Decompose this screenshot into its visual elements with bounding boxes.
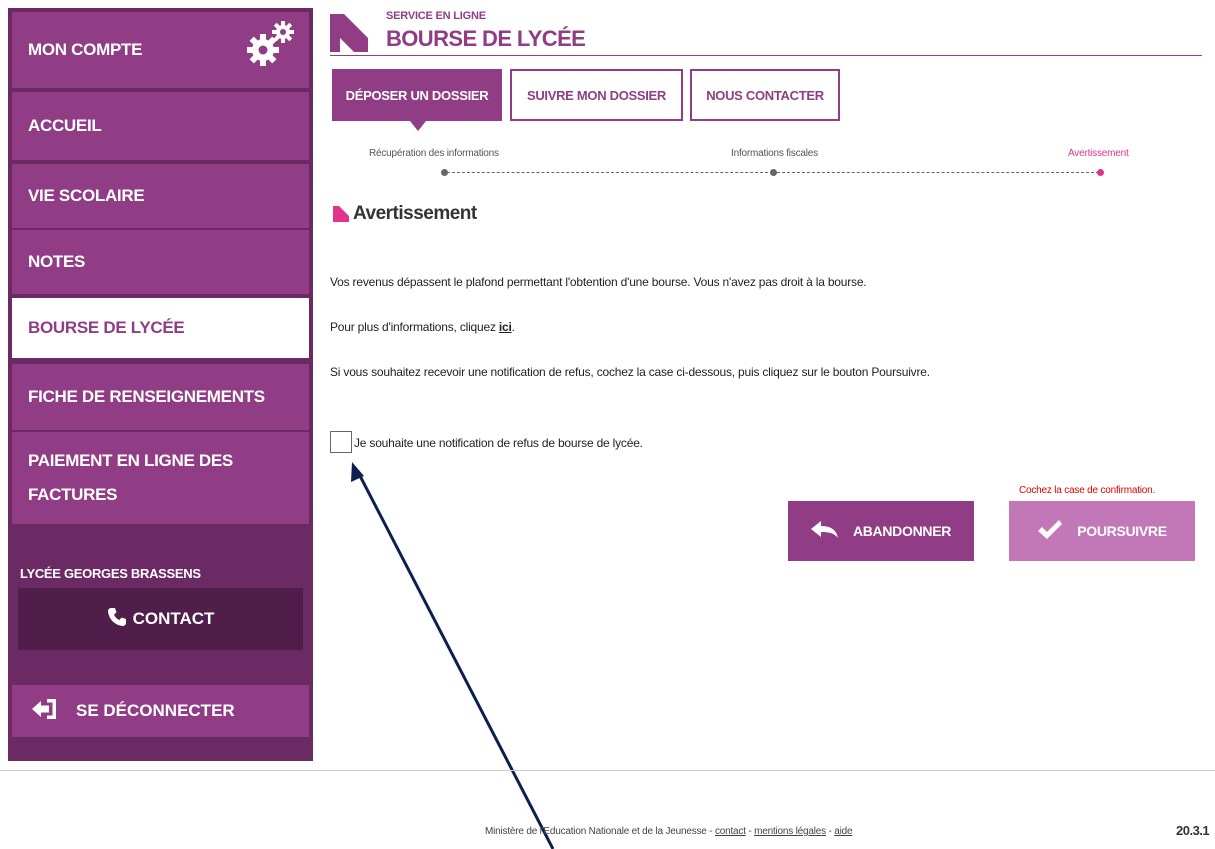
footer-separator: -: [706, 826, 715, 837]
sidebar-item-accueil[interactable]: ACCUEIL: [12, 92, 309, 160]
tab-label: NOUS CONTACTER: [706, 87, 824, 103]
step-label-recuperation: Récupération des informations: [369, 148, 499, 159]
more-info-suffix: .: [511, 320, 515, 334]
sidebar-item-label-line2: FACTURES: [28, 485, 118, 504]
footer-divider: [0, 770, 1215, 771]
sidebar-item-label: ACCUEIL: [28, 116, 102, 135]
sidebar-item-label: BOURSE DE LYCÉE: [28, 318, 185, 337]
phone-icon: [107, 607, 127, 632]
step-dot: [770, 169, 777, 176]
sidebar-item-vie-scolaire[interactable]: VIE SCOLAIRE: [12, 164, 309, 228]
undo-arrow-icon: [810, 520, 839, 543]
refusal-notification-label[interactable]: Je souhaite une notification de refus de…: [354, 436, 643, 450]
refusal-notification-checkbox[interactable]: [330, 431, 352, 453]
more-info-prefix: Pour plus d'informations, cliquez: [330, 320, 499, 334]
version-number: 20.3.1: [1176, 823, 1210, 838]
sidebar-item-bourse-de-lycee[interactable]: BOURSE DE LYCÉE: [12, 298, 309, 358]
sidebar-item-mon-compte[interactable]: MON COMPTE: [12, 12, 309, 88]
sidebar: MON COMPTE ACCUEIL VIE SCOLAIRE NOTES BO…: [8, 8, 313, 761]
footer-separator: -: [745, 826, 755, 837]
footer-ministry: Ministère de l'Education Nationale et de…: [485, 826, 707, 837]
refusal-instructions: Si vous souhaitez recevoir une notificat…: [330, 365, 930, 379]
abandon-label: ABANDONNER: [852, 523, 952, 539]
step-connector: [447, 172, 773, 173]
more-info-text: Pour plus d'informations, cliquez ici.: [330, 320, 515, 334]
sidebar-item-label: FICHE DE RENSEIGNEMENTS: [28, 387, 265, 406]
section-title: Avertissement: [353, 203, 477, 224]
abandon-button[interactable]: ABANDONNER: [788, 501, 974, 561]
sidebar-item-notes[interactable]: NOTES: [12, 230, 309, 294]
confirmation-error: Cochez la case de confirmation.: [1019, 485, 1156, 496]
header-divider: [330, 55, 1202, 56]
tab-deposer-dossier[interactable]: DÉPOSER UN DOSSIER: [332, 69, 502, 121]
gears-icon: [245, 18, 297, 68]
footer-link-help[interactable]: aide: [834, 826, 852, 837]
footer-link-legal[interactable]: mentions légales: [754, 826, 826, 837]
sidebar-item-label: VIE SCOLAIRE: [28, 186, 145, 205]
step-dot: [441, 169, 448, 176]
tab-label: SUIVRE MON DOSSIER: [526, 87, 667, 103]
continue-button[interactable]: POURSUIVRE: [1009, 501, 1195, 561]
checkmark-icon: [1037, 519, 1063, 544]
ineligibility-message: Vos revenus dépassent le plafond permett…: [330, 275, 867, 289]
step-label-informations-fiscales: Informations fiscales: [731, 148, 818, 159]
step-dot-current: [1097, 169, 1104, 176]
tab-suivre-dossier[interactable]: SUIVRE MON DOSSIER: [510, 69, 683, 121]
tab-nous-contacter[interactable]: NOUS CONTACTER: [690, 69, 840, 121]
footer-link-contact[interactable]: contact: [715, 826, 746, 837]
footer-separator: -: [825, 826, 835, 837]
service-arrow-logo: [330, 14, 368, 52]
contact-label: CONTACT: [132, 609, 215, 628]
sidebar-item-fiche-de-renseignements[interactable]: FICHE DE RENSEIGNEMENTS: [12, 364, 309, 430]
contact-button[interactable]: CONTACT: [18, 588, 303, 650]
footer-links: Ministère de l'Education Nationale et de…: [485, 826, 853, 837]
logout-button[interactable]: SE DÉCONNECTER: [12, 685, 309, 737]
service-label: SERVICE EN LIGNE: [386, 10, 486, 22]
sidebar-item-label: NOTES: [28, 252, 86, 271]
more-info-link[interactable]: ici: [499, 320, 512, 334]
logout-label: SE DÉCONNECTER: [76, 701, 235, 720]
sidebar-item-label-line1: PAIEMENT EN LIGNE DES: [28, 451, 233, 470]
continue-label: POURSUIVRE: [1077, 523, 1167, 539]
tab-label: DÉPOSER UN DOSSIER: [345, 87, 489, 103]
step-label-avertissement: Avertissement: [1068, 148, 1129, 159]
logout-icon: [32, 698, 58, 725]
page-title: BOURSE DE LYCÉE: [386, 26, 586, 51]
section-arrow-icon: [333, 206, 349, 222]
sidebar-item-label: MON COMPTE: [28, 40, 143, 59]
step-connector: [777, 172, 1099, 173]
school-name: LYCÉE GEORGES BRASSENS: [20, 566, 201, 581]
sidebar-item-paiement-en-ligne[interactable]: PAIEMENT EN LIGNE DES FACTURES: [12, 432, 309, 524]
active-tab-pointer: [410, 121, 426, 131]
